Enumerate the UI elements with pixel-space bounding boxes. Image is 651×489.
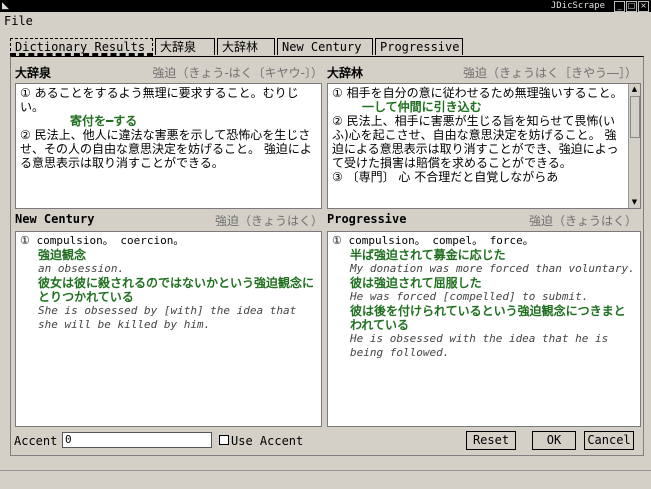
daijisen-text[interactable]: ① あることをするよう無理に要求すること。むりじい。 寄付を━する ② 民法上、… [15,83,322,209]
tab-progressive[interactable]: Progressive [375,38,463,55]
use-accent-checkbox[interactable] [219,435,229,445]
daijisen-def-1: ① あることをするよう無理に要求すること。むりじい。 [20,86,299,114]
daijirin-def-2: ② 民法上、相手に害悪が生じる旨を知らせて畏怖(いふ)心を起こさせ、自由な意思決… [332,114,619,170]
minimize-icon[interactable]: _ [614,1,625,12]
bottom-bar: Accent 0 Use Accent Reset OK Cancel [10,430,644,452]
new-century-text[interactable]: ① compulsion。 coercion。 強迫観念 an obsessio… [15,231,322,427]
reset-button[interactable]: Reset [466,431,516,450]
daijisen-title: 大辞泉 [15,66,52,80]
new-century-term-2-en: She is obsessed by [with] the idea that … [38,304,297,331]
dictionary-results-panel: 大辞泉 強迫（きょう‐はく〔キヤウ‐〕） ① あることをするよう無理に要求するこ… [10,56,644,456]
daijirin-header: 大辞林 強迫（きょうはく［きやう―］） [327,63,641,80]
ok-button[interactable]: OK [532,431,576,450]
daijisen-header: 大辞泉 強迫（きょう‐はく〔キヤウ‐〕） [11,63,327,80]
progressive-example-3: 彼は後を付けられているという強迫観念につきまとわれている [350,304,626,332]
close-icon[interactable]: × [638,1,649,12]
use-accent-label: Use Accent [231,434,304,448]
cancel-button[interactable]: Cancel [584,431,634,450]
scroll-thumb[interactable] [630,96,640,138]
accent-label: Accent [14,434,58,448]
window-title: JDicScrape [550,1,605,11]
progressive-header: Progressive 強迫（きょうはく） [327,211,641,228]
daijisen-def-2: ② 民法上、他人に違法な害悪を示して恐怖心を生じさせ、その人の自由な意思決定を妨… [20,128,312,170]
new-century-header: New Century 強迫（きょうはく） [11,211,327,228]
new-century-title: New Century [15,212,95,226]
tab-dictionary-results[interactable]: Dictionary Results [10,38,153,56]
progressive-title: Progressive [327,212,407,226]
app-icon[interactable]: ◣ [2,1,12,11]
daijirin-reading: 強迫（きょうはく［きやう―］） [462,66,637,80]
progressive-example-1-en: My donation was more forced than volunta… [350,262,635,275]
daijisen-reading: 強迫（きょう‐はく〔キヤウ‐〕） [152,66,323,80]
progressive-example-3-en: He is obsessed with the idea that he is … [350,332,609,359]
progressive-sense: ① compulsion。 compel。 force。 [332,234,534,247]
daijirin-def-3: ③ 〔専門〕 心 不合理だと自覚しながらあ [332,170,559,184]
progressive-example-2-en: He was forced [compelled] to submit. [350,290,589,303]
menu-bar: File [0,12,651,30]
maximize-icon[interactable]: □ [626,1,637,12]
progressive-example-2: 彼は強迫されて屈服した [350,276,482,290]
menu-file[interactable]: File [4,14,33,28]
progressive-example-1: 半ば強迫されて募金に応じた [350,248,506,262]
new-century-sense: ① compulsion。 coercion。 [20,234,185,247]
daijisen-example-1: 寄付を━する [70,114,138,128]
new-century-term-1: 強迫観念 [38,248,87,262]
new-century-reading: 強迫（きょうはく） [214,214,323,228]
new-century-term-1-en: an obsession. [38,262,125,275]
tab-daijirin[interactable]: 大辞林 [217,38,275,55]
progressive-text[interactable]: ① compulsion。 compel。 force。 半ば強迫されて募金に応… [327,231,641,427]
title-bar: ◣ JDicScrape _ □ × [0,0,651,12]
tab-daijisen[interactable]: 大辞泉 [155,38,215,55]
daijirin-title: 大辞林 [327,66,364,80]
progressive-reading: 強迫（きょうはく） [528,214,637,228]
daijirin-scrollbar[interactable]: ▲ ▼ [628,84,640,208]
daijirin-def-1: ① 相手を自分の意に従わせるため無理強いすること。 [332,86,623,100]
daijirin-example-1: 一して仲間に引き込む [362,100,482,114]
scroll-down-icon[interactable]: ▼ [629,197,640,208]
status-bar [0,470,651,489]
new-century-term-2: 彼女は彼に殺されるのではないかという強迫観念にとりつかれている [38,276,315,304]
tab-new-century[interactable]: New Century [277,38,373,55]
daijirin-text[interactable]: ① 相手を自分の意に従わせるため無理強いすること。 一して仲間に引き込む ② 民… [327,83,641,209]
accent-input[interactable]: 0 [62,432,212,448]
scroll-up-icon[interactable]: ▲ [629,84,640,95]
